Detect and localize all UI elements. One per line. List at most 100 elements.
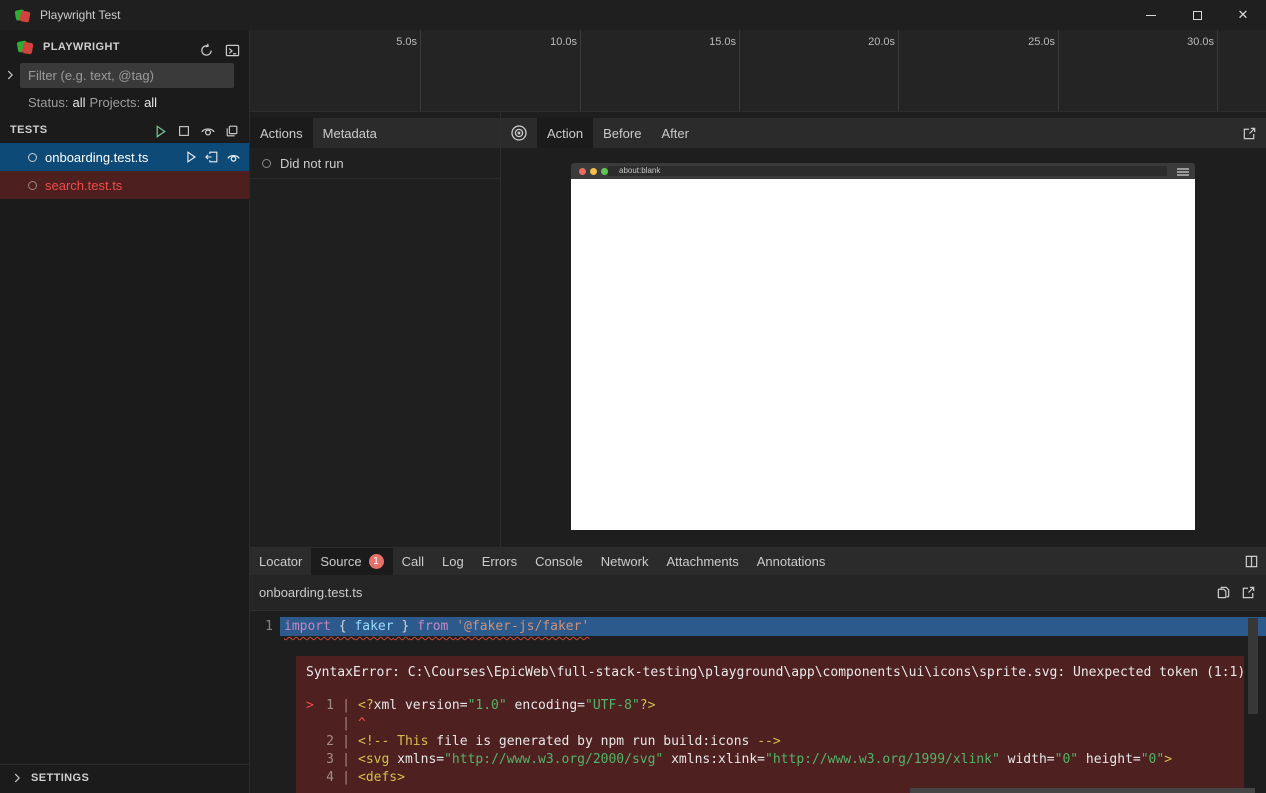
tab-before-label: Before: [603, 126, 641, 141]
frame-pipe: |: [334, 733, 358, 751]
watch-all-button[interactable]: [197, 120, 219, 142]
window-controls: ✕: [1128, 0, 1266, 30]
browser-menu-icon: [1177, 168, 1189, 177]
close-icon: ✕: [1238, 7, 1249, 23]
split-view-button[interactable]: [1244, 548, 1259, 575]
stop-button[interactable]: [173, 120, 195, 142]
frame-pipe: |: [334, 715, 358, 733]
terminal-icon: [225, 43, 240, 58]
browser-page: [571, 179, 1195, 530]
test-list: onboarding.test.ts: [0, 143, 249, 199]
eye-icon: [200, 123, 216, 139]
bottom-tabbar: Locator Source 1 Call Log Errors Console…: [250, 548, 1266, 575]
code-line-content: import { faker } from '@faker-js/faker': [280, 617, 1266, 636]
timeline-gridline: 5.0s: [420, 30, 421, 111]
tab-actions-label: Actions: [260, 126, 303, 141]
source-code-view[interactable]: 1 import { faker } from '@faker-js/faker…: [250, 612, 1266, 793]
tab-locator-label: Locator: [259, 554, 302, 569]
pick-locator-button[interactable]: [501, 118, 537, 148]
tab-call[interactable]: Call: [393, 548, 433, 575]
tab-after[interactable]: After: [651, 118, 698, 148]
tab-log[interactable]: Log: [433, 548, 473, 575]
frame-code: <!-- This file is generated by npm run b…: [358, 733, 781, 751]
error-message: SyntaxError: C:\Courses\EpicWeb\full-sta…: [306, 663, 1234, 683]
tab-network[interactable]: Network: [592, 548, 658, 575]
test-row-onboarding[interactable]: onboarding.test.ts: [0, 143, 249, 171]
tab-console-label: Console: [535, 554, 583, 569]
vertical-scrollbar[interactable]: [1248, 618, 1258, 714]
collapse-all-button[interactable]: [221, 120, 243, 142]
close-button[interactable]: ✕: [1220, 0, 1266, 30]
tab-source[interactable]: Source 1: [311, 548, 392, 575]
tab-attachments[interactable]: Attachments: [657, 548, 747, 575]
settings-section[interactable]: SETTINGS: [0, 764, 249, 790]
target-icon: [510, 124, 528, 142]
snapshot-panel-body: about:blank: [501, 148, 1266, 547]
settings-label: SETTINGS: [31, 772, 89, 784]
tab-console[interactable]: Console: [526, 548, 592, 575]
titlebar: Playwright Test ✕: [0, 0, 1266, 30]
frame-pipe: |: [334, 751, 358, 769]
timeline-tick-label: 10.0s: [550, 36, 577, 48]
projects-value: all: [144, 95, 157, 110]
minimize-button[interactable]: [1128, 0, 1174, 30]
did-not-run-item: Did not run: [250, 148, 500, 179]
frame-row: 2 | <!-- This file is generated by npm r…: [306, 733, 1234, 751]
tab-annotations[interactable]: Annotations: [748, 548, 835, 575]
source-toolbar: onboarding.test.ts: [250, 575, 1266, 611]
frame-marker: [306, 733, 320, 751]
tab-source-label: Source: [320, 554, 361, 569]
playwright-section-label: PLAYWRIGHT: [43, 41, 120, 53]
tab-errors[interactable]: Errors: [473, 548, 526, 575]
timeline-gridline: 15.0s: [739, 30, 740, 111]
copy-source-button[interactable]: [1216, 585, 1231, 600]
tab-action-label: Action: [547, 126, 583, 141]
status-label: Status:: [28, 95, 68, 110]
tab-network-label: Network: [601, 554, 649, 569]
actions-panel-body: Did not run: [250, 148, 500, 547]
frame-marker: [306, 715, 320, 733]
did-not-run-text: Did not run: [280, 156, 344, 171]
tab-metadata[interactable]: Metadata: [313, 118, 387, 148]
frame-line-number: 3: [320, 751, 334, 769]
horizontal-scrollbar[interactable]: [910, 788, 1255, 793]
tab-actions[interactable]: Actions: [250, 118, 313, 148]
watch-test-button[interactable]: [226, 150, 241, 165]
popout-snapshot-button[interactable]: [1242, 118, 1257, 148]
tab-attachments-label: Attachments: [666, 554, 738, 569]
test-row-search[interactable]: search.test.ts: [0, 171, 249, 199]
filter-input[interactable]: [20, 63, 234, 88]
frame-code: <defs>: [358, 769, 405, 787]
split-view-icon: [1244, 554, 1259, 569]
collapse-all-icon: [225, 124, 239, 138]
run-all-button[interactable]: [149, 120, 171, 142]
address-bar: about:blank: [608, 166, 1167, 176]
run-test-button[interactable]: [184, 150, 198, 164]
timeline-gridline: 10.0s: [580, 30, 581, 111]
tab-action[interactable]: Action: [537, 118, 593, 148]
playwright-logo-icon: [14, 7, 31, 24]
tab-locator[interactable]: Locator: [250, 548, 311, 575]
frame-caret: ^: [358, 715, 366, 733]
show-source-button[interactable]: [205, 150, 219, 164]
source-filename: onboarding.test.ts: [259, 585, 362, 600]
tab-log-label: Log: [442, 554, 464, 569]
tab-before[interactable]: Before: [593, 118, 651, 148]
status-summary: Status: all Projects: all: [28, 92, 157, 112]
open-terminal-button[interactable]: [221, 39, 243, 61]
not-run-circle-icon: [262, 159, 271, 168]
frame-line-number: 2: [320, 733, 334, 751]
playwright-masks-icon: [16, 38, 34, 56]
frame-marker: [306, 751, 320, 769]
filter-expand-chevron-icon[interactable]: [0, 68, 20, 82]
frame-code: <svg xmlns="http://www.w3.org/2000/svg" …: [358, 751, 1172, 769]
timeline-tick-label: 5.0s: [396, 36, 417, 48]
error-code-frame: > 1 | <?xml version="1.0" encoding="UTF-…: [306, 697, 1234, 787]
snapshot-tabbar: Action Before After: [501, 118, 1266, 148]
reload-tests-button[interactable]: [195, 39, 217, 61]
traffic-light-green-icon: [601, 168, 608, 175]
maximize-button[interactable]: [1174, 0, 1220, 30]
open-source-external-button[interactable]: [1241, 585, 1256, 600]
traffic-lights: [579, 168, 608, 175]
timeline[interactable]: 5.0s 10.0s 15.0s 20.0s 25.0s 30.0s: [250, 30, 1266, 112]
